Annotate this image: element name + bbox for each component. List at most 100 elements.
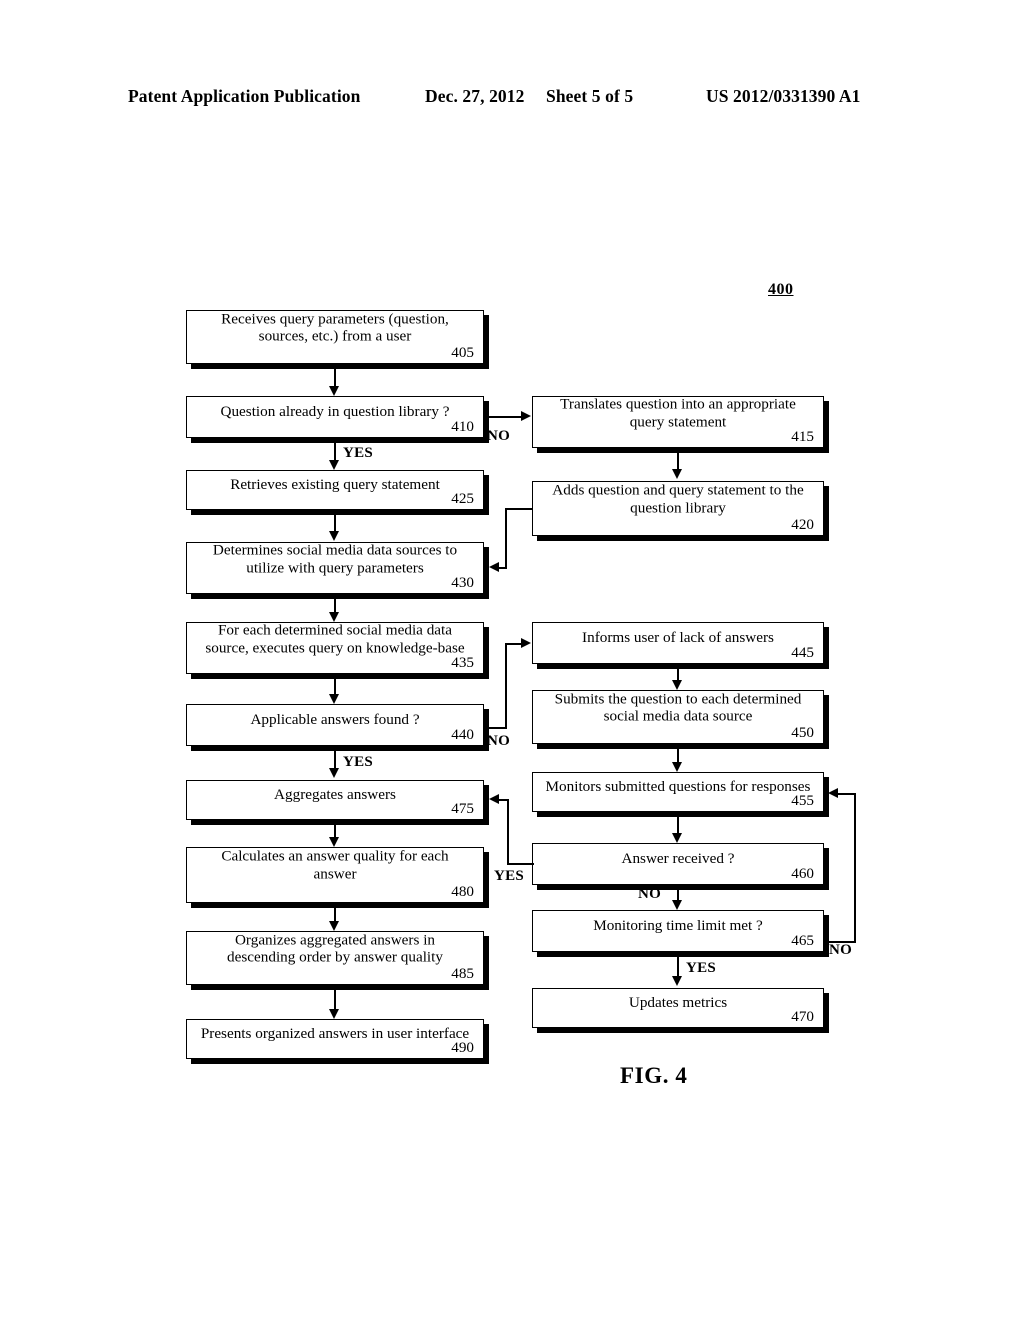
node-425-text: Retrieves existing query statement (230, 476, 440, 494)
edge-455-460-arrow (672, 833, 682, 843)
publication-number-label: US 2012/0331390 A1 (706, 86, 861, 106)
node-465-number: 465 (791, 931, 814, 949)
edge-430-435-line (334, 599, 336, 612)
edge-420-430-seg-v (505, 508, 507, 568)
flowchart-node-455: Monitors submitted questions for respons… (532, 772, 824, 812)
edge-425-430-arrow (329, 531, 339, 541)
edge-465-455-seg-h2 (838, 793, 856, 795)
edge-460-475-arrow (489, 794, 499, 804)
node-405-number: 405 (451, 343, 474, 361)
edge-405-410-arrow (329, 386, 339, 396)
figure-caption: FIG. 4 (620, 1063, 688, 1088)
node-445-text: Informs user of lack of answers (582, 629, 774, 647)
flowchart-node-475: Aggregates answers 475 (186, 780, 484, 820)
edge-420-430-seg-h2 (499, 567, 507, 569)
flowchart-node-485: Organizes aggregated answers in descendin… (186, 931, 484, 985)
edge-465-470-line (677, 957, 679, 976)
edge-425-430-line (334, 515, 336, 531)
node-450-text: Submits the question to each determined s… (554, 690, 802, 725)
edge-480-485-line (334, 908, 336, 921)
figure-reference-numeral: 400 (768, 281, 794, 298)
branch-label-yes-440: YES (343, 754, 374, 770)
flowchart-node-445: Informs user of lack of answers 445 (532, 622, 824, 664)
node-430-number: 430 (451, 573, 474, 591)
node-475-text: Aggregates answers (274, 786, 396, 804)
node-455-number: 455 (791, 791, 814, 809)
edge-460-475-seg-v (507, 799, 509, 865)
edge-410-425-arrow (329, 460, 339, 470)
node-490-text: Presents organized answers in user inter… (200, 1025, 470, 1043)
edge-410-425-line (334, 443, 336, 460)
edge-475-480-line (334, 825, 336, 837)
edge-440-475-arrow (329, 768, 339, 778)
edge-405-410-line (334, 369, 336, 386)
edge-440-445-seg-h2 (505, 643, 521, 645)
node-435-text: For each determined social media data sou… (205, 621, 465, 656)
branch-label-no-440: NO (487, 733, 511, 749)
edge-465-470-arrow (672, 976, 682, 986)
flowchart-node-435: For each determined social media data sou… (186, 621, 484, 674)
branch-label-no-465: NO (829, 942, 853, 958)
node-410-number: 410 (451, 417, 474, 435)
edge-440-445-arrow (521, 638, 531, 648)
node-480-number: 480 (451, 882, 474, 900)
node-460-text: Answer received ? (621, 850, 735, 868)
edge-445-450-arrow (672, 680, 682, 690)
branch-label-yes-465: YES (686, 960, 717, 976)
branch-label-yes-460: YES (494, 868, 525, 884)
edge-415-420-line (677, 453, 679, 469)
branch-label-no-460: NO (638, 886, 662, 902)
node-420-number: 420 (791, 515, 814, 533)
edge-415-420-arrow (672, 469, 682, 479)
flowchart-node-450: Submits the question to each determined s… (532, 690, 824, 744)
flowchart-node-470: Updates metrics 470 (532, 988, 824, 1028)
edge-460-475-seg-h2 (499, 799, 509, 801)
edge-485-490-arrow (329, 1009, 339, 1019)
node-450-number: 450 (791, 723, 814, 741)
publication-date-label: Dec. 27, 2012 (425, 86, 525, 106)
flowchart-node-460: Answer received ? 460 (532, 843, 824, 885)
sheet-number-label: Sheet 5 of 5 (546, 86, 634, 106)
node-445-number: 445 (791, 643, 814, 661)
edge-435-440-arrow (329, 694, 339, 704)
node-435-number: 435 (451, 653, 474, 671)
edge-455-460-line (677, 817, 679, 833)
node-470-number: 470 (791, 1007, 814, 1025)
edge-465-455-arrow (828, 788, 838, 798)
edge-440-475-line (334, 751, 336, 768)
node-415-number: 415 (791, 427, 814, 445)
node-490-number: 490 (451, 1038, 474, 1056)
edge-410-415-line (489, 416, 521, 418)
edge-430-435-arrow (329, 612, 339, 622)
edge-445-450-line (677, 669, 679, 680)
edge-450-455-arrow (672, 762, 682, 772)
edge-440-445-seg-v (505, 643, 507, 729)
edge-460-465-arrow (672, 900, 682, 910)
flowchart-node-405: Receives query parameters (question, sour… (186, 310, 484, 364)
node-455-text: Monitors submitted questions for respons… (545, 778, 811, 796)
node-415-text: Translates question into an appropriate q… (560, 395, 796, 430)
node-485-text: Organizes aggregated answers in descendin… (227, 931, 443, 966)
edge-420-430-seg-h1 (505, 508, 533, 510)
node-485-number: 485 (451, 964, 474, 982)
flowchart-node-420: Adds question and query statement to the… (532, 481, 824, 536)
node-440-text: Applicable answers found ? (250, 711, 420, 729)
publication-type-label: Patent Application Publication (128, 86, 361, 106)
node-465-text: Monitoring time limit met ? (593, 917, 763, 935)
edge-460-475-seg-h1 (507, 863, 534, 865)
node-470-text: Updates metrics (628, 994, 728, 1012)
node-475-number: 475 (451, 799, 474, 817)
edge-435-440-line (334, 679, 336, 694)
edge-480-485-arrow (329, 921, 339, 931)
flowchart-node-490: Presents organized answers in user inter… (186, 1019, 484, 1059)
node-405-text: Receives query parameters (question, sour… (221, 310, 449, 345)
edge-420-430-arrow (489, 562, 499, 572)
page-header: Patent Application Publication Dec. 27, … (0, 86, 1024, 110)
edge-485-490-line (334, 990, 336, 1009)
edge-465-455-seg-v (854, 793, 856, 943)
node-425-number: 425 (451, 489, 474, 507)
flowchart-node-465: Monitoring time limit met ? 465 (532, 910, 824, 952)
flowchart-node-440: Applicable answers found ? 440 (186, 704, 484, 746)
branch-label-yes-410: YES (343, 445, 374, 461)
edge-475-480-arrow (329, 837, 339, 847)
